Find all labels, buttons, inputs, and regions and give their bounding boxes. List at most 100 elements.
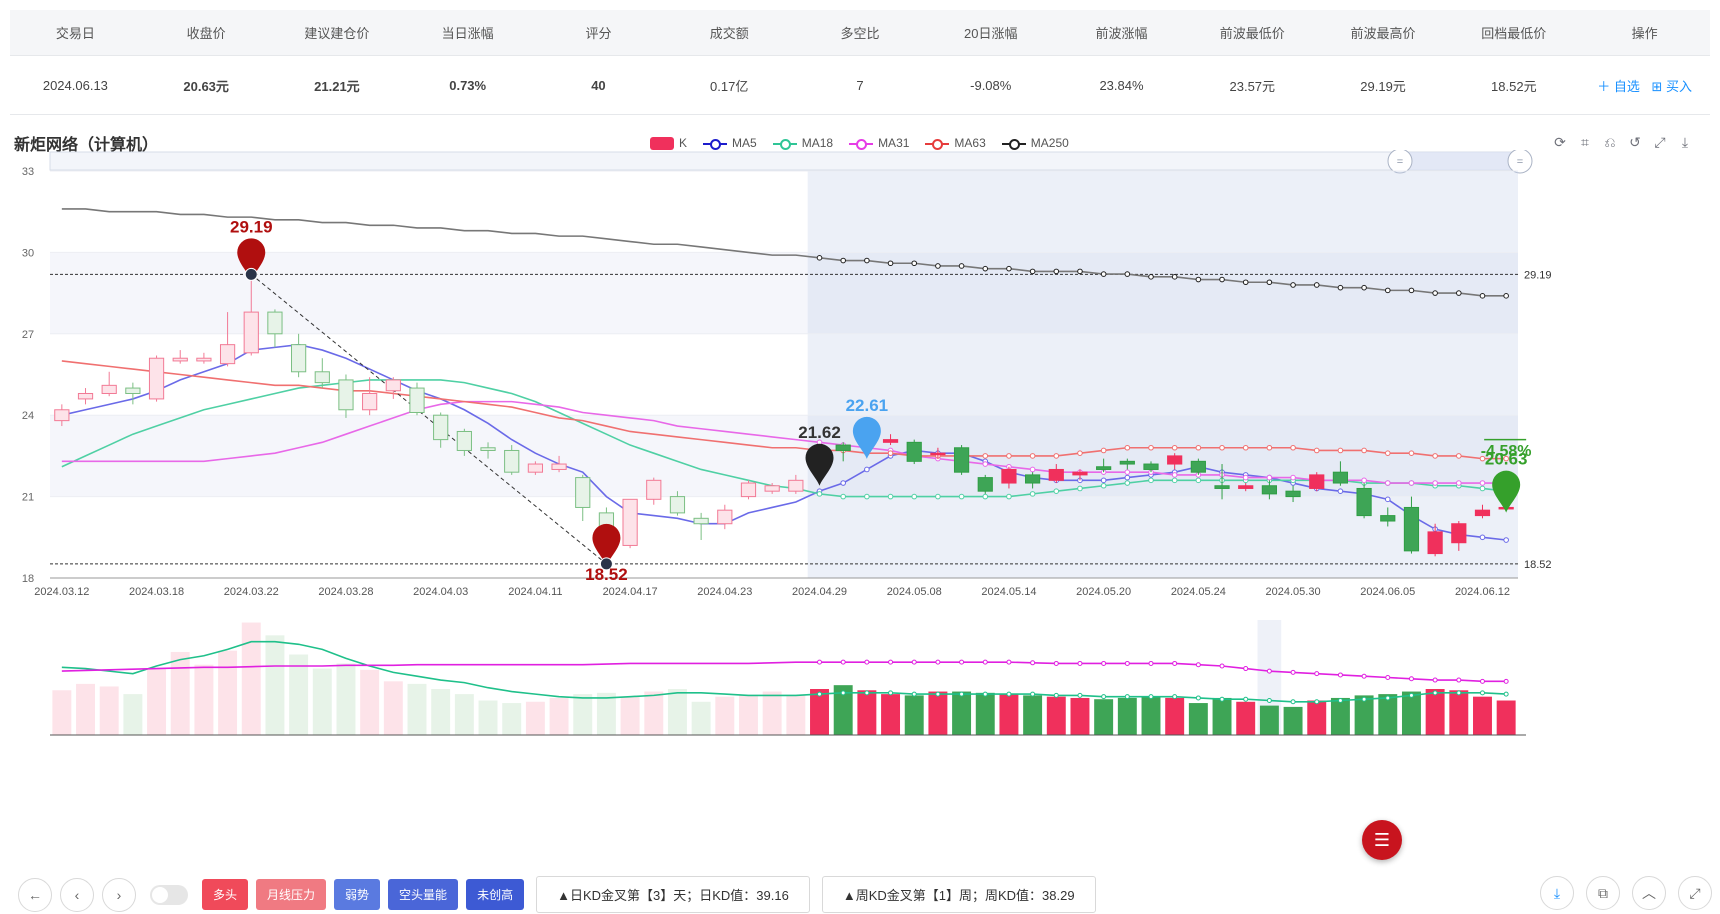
candle-body xyxy=(717,509,733,525)
candle-body xyxy=(54,409,70,422)
candle-body xyxy=(1025,474,1041,484)
ma-point xyxy=(1361,284,1367,291)
volume-bar xyxy=(1496,700,1516,735)
fullscreen-icon[interactable]: ⤢ xyxy=(1678,876,1712,910)
datazoom-track xyxy=(49,151,1519,171)
y-tick-label: 33 xyxy=(22,166,34,178)
copy-icon[interactable]: ⧉ xyxy=(1586,876,1620,910)
volume-bar xyxy=(975,692,995,735)
prev-button[interactable]: ‹ xyxy=(60,877,94,912)
next-button[interactable]: › xyxy=(102,877,136,912)
volume-ma-point xyxy=(1456,690,1462,696)
ma-point xyxy=(958,263,965,269)
ma-point xyxy=(958,493,965,500)
buy-button[interactable]: ⊞ 买入 xyxy=(1651,79,1692,94)
marker-label: 29.19 xyxy=(230,217,273,236)
ma-point xyxy=(1337,488,1344,494)
volume-bar xyxy=(1141,696,1161,735)
volume-ma-point xyxy=(1266,698,1272,703)
ma-point xyxy=(1479,485,1486,492)
tag-bull[interactable]: 多头 xyxy=(202,879,249,910)
legend-item-ma63[interactable]: MA63 xyxy=(925,136,986,150)
volume-ma-point xyxy=(1479,690,1485,696)
candle-body xyxy=(101,384,117,394)
col-header: 操作 xyxy=(1579,10,1710,56)
ma-point xyxy=(1148,444,1154,451)
x-tick-label: 2024.05.14 xyxy=(981,586,1036,598)
restore-icon[interactable]: ↺ xyxy=(1627,134,1643,150)
volume-ma-point xyxy=(1432,690,1438,696)
fullscreen-icon[interactable]: ⤢ xyxy=(1652,134,1668,150)
legend-item-k[interactable]: K xyxy=(650,136,687,150)
volume-bar xyxy=(99,686,119,735)
download-icon[interactable]: ⤓ xyxy=(1540,876,1574,910)
tag-bear-volume[interactable]: 空头量能 xyxy=(388,879,459,910)
candle-body xyxy=(1214,485,1230,489)
legend-item-ma18[interactable]: MA18 xyxy=(772,136,833,150)
volume-bar xyxy=(1070,697,1090,735)
tag-no-new-high[interactable]: 未创高 xyxy=(466,879,525,910)
candle-body xyxy=(646,479,662,500)
ma-point xyxy=(1479,534,1486,541)
ma-point xyxy=(1503,537,1509,543)
legend-item-ma250[interactable]: MA250 xyxy=(1001,136,1069,150)
back-button[interactable]: ← xyxy=(18,877,52,912)
ma-point xyxy=(864,257,870,264)
daily-kd-info: ▲日KD金叉第【3】天；日KD值：39.16 xyxy=(536,876,810,913)
candle-body xyxy=(172,357,188,362)
volume-ma-point xyxy=(1503,691,1509,697)
ma-point xyxy=(1266,474,1273,481)
volume-bar xyxy=(1259,705,1279,735)
refresh-icon[interactable]: ⟳ xyxy=(1552,134,1568,150)
col-header: 成交额 xyxy=(663,10,795,56)
volume-ma-point xyxy=(1148,694,1154,700)
ma-point xyxy=(1100,482,1107,489)
menu-fab-button[interactable]: ☰ xyxy=(1362,820,1402,860)
x-tick-label: 2024.03.12 xyxy=(34,586,89,598)
ma-point xyxy=(1242,474,1249,481)
volume-ma-point xyxy=(1361,696,1367,702)
ma-point xyxy=(935,493,941,500)
datazoom-window xyxy=(1400,152,1520,170)
candle-body xyxy=(196,357,212,362)
ma-point xyxy=(982,265,989,272)
candle-body xyxy=(693,517,709,525)
zoom-reset-icon[interactable]: ⎌ xyxy=(1602,134,1618,150)
bottom-toolbar: ← ‹ › 多头 月线压力 弱势 空头量能 未创高 ▲日KD金叉第【3】天；日K… xyxy=(18,876,1096,913)
ma-point xyxy=(1029,268,1036,275)
ma-point xyxy=(1384,287,1391,294)
volume-ma-point xyxy=(1408,676,1414,682)
legend-item-ma31[interactable]: MA31 xyxy=(849,136,909,150)
change-annotation: -4.58% xyxy=(1481,443,1532,460)
legend-item-ma5[interactable]: MA5 xyxy=(703,136,757,150)
volume-bar xyxy=(999,694,1019,735)
download-icon[interactable]: ⤓ xyxy=(1677,134,1693,150)
ma-point xyxy=(1100,447,1107,454)
volume-ma-point xyxy=(1385,675,1391,680)
candle-body xyxy=(1096,466,1112,470)
legend-swatch xyxy=(703,137,728,150)
chevron-up-icon[interactable]: ︿ xyxy=(1632,876,1666,910)
legend-label: MA63 xyxy=(954,136,986,150)
x-tick-label: 2024.06.12 xyxy=(1455,586,1510,598)
ref-line-label: 29.19 xyxy=(1524,269,1552,281)
tag-monthly-pressure[interactable]: 月线压力 xyxy=(256,879,327,910)
volume-ma-point xyxy=(864,659,870,665)
volume-ma-point xyxy=(1290,669,1296,675)
ma-point xyxy=(1124,480,1131,486)
toggle-switch[interactable] xyxy=(150,884,188,905)
cell-pullback-low: 18.52元 xyxy=(1448,55,1580,115)
ma-point xyxy=(1337,284,1344,291)
ma-point xyxy=(1313,447,1320,454)
cell-wave-change: 23.84% xyxy=(1056,55,1187,115)
ma-point xyxy=(1456,290,1462,296)
add-watchlist-button[interactable]: ＋ 自选 xyxy=(1597,79,1640,94)
candle-body xyxy=(314,371,330,384)
tag-weak[interactable]: 弱势 xyxy=(334,879,381,910)
zoom-area-icon[interactable]: ⌗ xyxy=(1577,134,1593,150)
volume-ma-point xyxy=(1077,692,1083,698)
volume-bar xyxy=(952,691,972,735)
kline-chart[interactable]: = = 33 30 27 24 21 182024.03.12 2024.03.18 2024.0… xyxy=(0,150,1720,830)
ma-point xyxy=(1242,444,1249,451)
candle-body xyxy=(788,479,804,492)
